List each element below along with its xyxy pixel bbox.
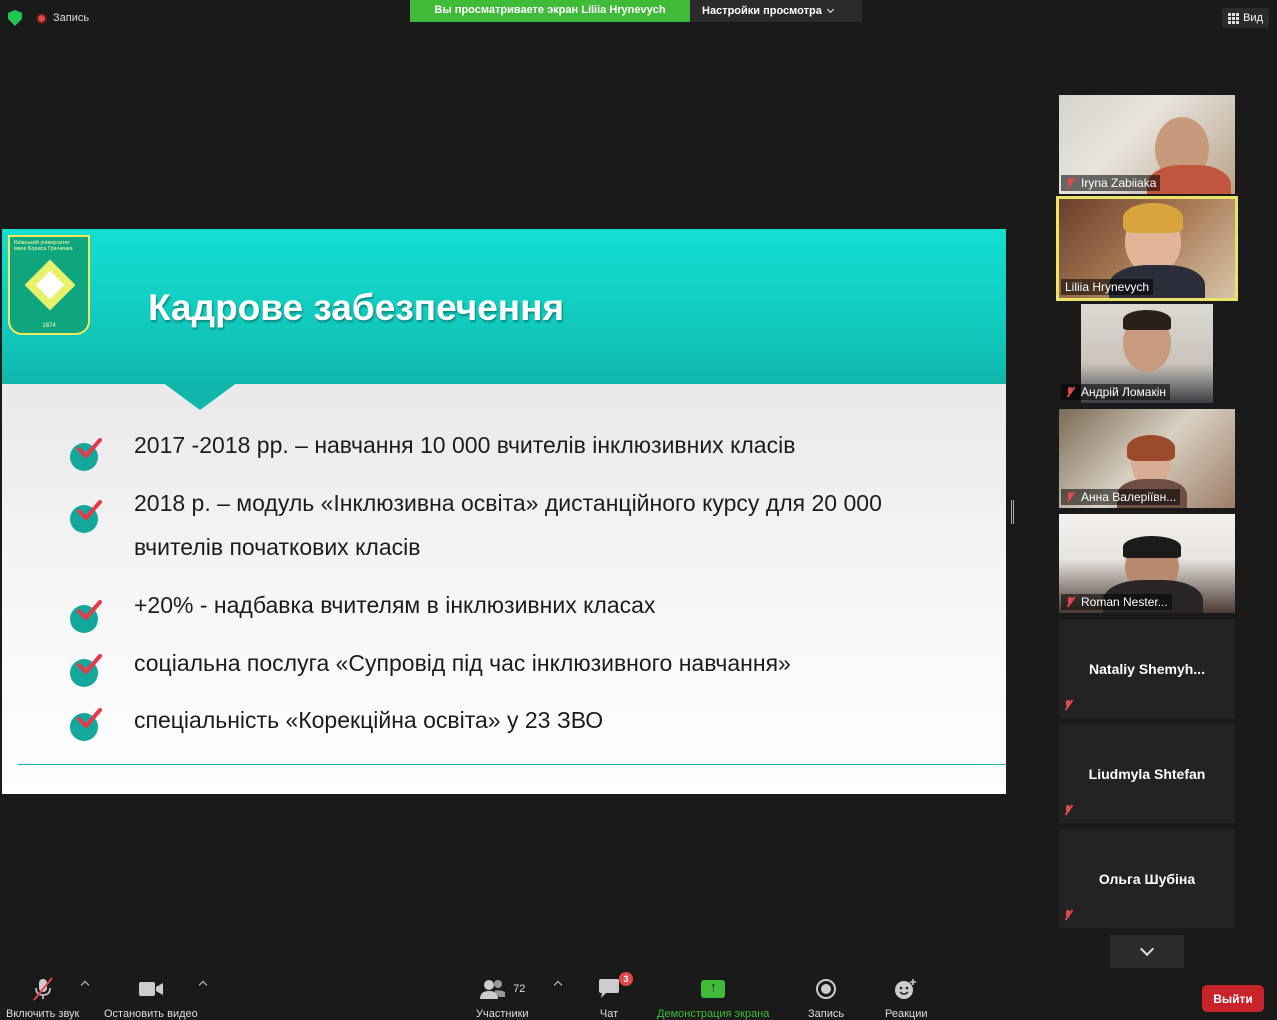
participant-name: Liliia Hrynevych [1061,279,1154,295]
smiley-icon [894,976,918,1002]
security-shield-icon[interactable] [8,10,22,26]
record-label: Запись [808,1008,845,1020]
checkmark-icon [70,599,102,633]
reactions-label: Реакции [885,1008,928,1020]
view-button-label: Вид [1243,12,1263,24]
recording-indicator[interactable]: Запись [36,12,89,24]
reactions-button[interactable]: Реакции [885,976,928,1020]
participant-name: Liudmyla Shtefan [1088,765,1206,782]
participant-name: Nataliy Shemyh... [1089,660,1205,677]
university-logo: Київський університет імені Бориса Грінч… [8,235,90,335]
video-options-caret[interactable] [198,980,208,990]
participant-tile[interactable]: Андрій Ломакін [1059,304,1235,403]
share-screen-button[interactable]: Демонстрация экрана [657,976,769,1020]
participant-tile[interactable]: Ольга Шубіна [1059,829,1235,928]
participant-tile-active-speaker[interactable]: Liliia Hrynevych [1056,196,1238,301]
mic-muted-icon [1065,597,1075,607]
participant-tile[interactable]: Анна Валеріївн... [1059,409,1235,508]
meeting-toolbar: Включить звук Остановить видео 72 Участн… [0,968,1277,1020]
logo-text: Київський університет імені Бориса Грінч… [14,240,73,253]
bullet-text: +20% - надбавка вчителям в інклюзивних к… [134,592,656,618]
checkmark-icon [70,653,102,687]
share-banner-text: Вы просматриваете экран Liliia Hrynevych [410,0,690,22]
participant-name: Анна Валеріївн... [1061,489,1181,505]
bullet-text: 2017 -2018 рр. – навчання 10 000 вчителі… [134,432,796,458]
bullet-text: вчителів початкових класів [134,534,421,560]
checkmark-icon [70,499,102,533]
participant-tile[interactable]: Liudmyla Shtefan [1059,724,1235,823]
share-screen-icon [701,979,726,998]
mic-muted-icon [30,976,56,1002]
shared-screen-slide: Київський університет імені Бориса Грінч… [2,229,1006,794]
bullet-text: 2018 р. – модуль «Інклюзивна освіта» дис… [134,490,882,516]
slide-title: Кадрове забезпечення [148,287,565,328]
chat-button[interactable]: 3 Чат [597,972,633,1020]
view-settings-button[interactable]: Настройки просмотра [690,0,862,22]
grid-view-icon [1228,12,1240,24]
video-camera-icon [138,976,164,1002]
participant-tile[interactable]: Nataliy Shemyh... [1059,619,1235,718]
participant-name: Roman Nester... [1061,594,1172,610]
recording-label: Запись [53,12,90,24]
participants-count: 72 [513,983,526,995]
unmute-label: Включить звук [6,1008,80,1020]
participants-button[interactable]: 72 Участники [476,976,529,1020]
logo-year: 1874 [42,323,56,329]
bullet-text: спеціальність «Корекційна освіта» у 23 З… [134,707,604,733]
top-status-bar: Запись [8,10,89,26]
record-dot-icon [36,12,47,24]
view-button[interactable]: Вид [1222,8,1269,28]
chat-unread-badge: 3 [619,972,633,986]
chat-label: Чат [599,1008,619,1020]
share-screen-label: Демонстрация экрана [657,1008,770,1020]
audio-options-caret[interactable] [80,980,90,990]
chat-icon: 3 [597,972,633,1002]
participant-name: Iryna Zabiiaka [1061,175,1161,191]
scroll-down-button[interactable] [1110,935,1184,968]
participant-tile[interactable]: Roman Nester... [1059,514,1235,613]
mic-muted-icon [1063,910,1075,922]
participants-icon: 72 [479,976,525,1002]
mic-muted-icon [1063,700,1075,712]
checkmark-icon [70,437,102,471]
participant-name: Ольга Шубіна [1098,870,1196,887]
chevron-down-icon [1139,941,1155,957]
screen-share-banner: Вы просматриваете экран Liliia Hrynevych… [410,0,862,22]
mic-muted-icon [1065,492,1075,502]
record-icon [815,976,837,1002]
stop-video-button[interactable]: Остановить видео [104,976,198,1020]
mic-muted-icon [1063,805,1075,817]
participants-label: Участники [476,1008,529,1020]
unmute-button[interactable]: Включить звук [6,976,79,1020]
zoom-window: Запись Вы просматриваете экран Liliia Hr… [0,0,1277,1020]
participant-tile[interactable]: Iryna Zabiiaka [1059,95,1235,194]
checkmark-icon [70,707,102,741]
slide-divider [18,764,1006,765]
slide-header-pointer [162,382,238,410]
record-button[interactable]: Запись [808,976,844,1020]
mic-muted-icon [1065,178,1075,188]
participant-name: Андрій Ломакін [1061,384,1171,400]
bullet-text: соціальна послуга «Супровід під час інкл… [134,650,791,676]
mic-muted-icon [1065,387,1075,397]
stop-video-label: Остановить видео [104,1008,198,1020]
leave-meeting-button[interactable]: Выйти [1202,985,1264,1012]
chevron-down-icon [826,5,834,14]
participants-options-caret[interactable] [553,980,563,990]
panel-resize-handle[interactable] [1011,500,1014,524]
view-settings-label: Настройки просмотра [702,5,822,17]
